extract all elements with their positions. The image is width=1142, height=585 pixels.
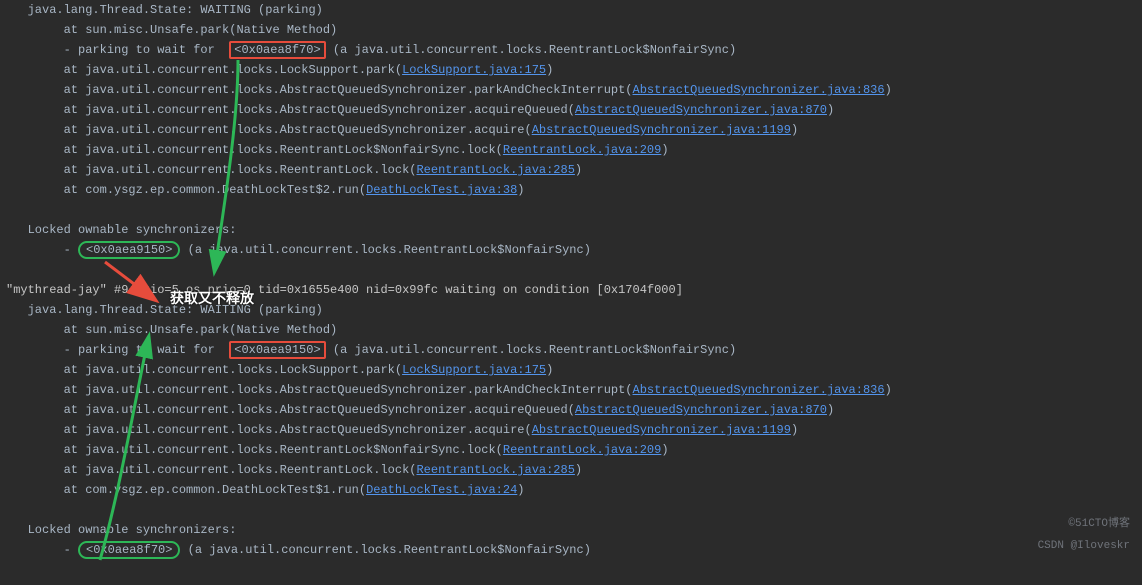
thread1-frame-aqs-parkcheck: at java.util.concurrent.locks.AbstractQu…: [6, 80, 1136, 100]
link-aqs-1199[interactable]: AbstractQueuedSynchronizer.java:1199: [532, 123, 791, 137]
thread1-frame-unsafe: at sun.misc.Unsafe.park(Native Method): [6, 20, 1136, 40]
blank-1: [6, 200, 1136, 220]
park-prefix: - parking to wait for: [6, 43, 229, 57]
thread1-parking: - parking to wait for <0x0aea8f70> (a ja…: [6, 40, 1136, 60]
thread1-frame-reentrantlock: at java.util.concurrent.locks.ReentrantL…: [6, 160, 1136, 180]
link-reentrant-285[interactable]: ReentrantLock.java:285: [416, 163, 574, 177]
thread1-frame-locksupport: at java.util.concurrent.locks.LockSuppor…: [6, 60, 1136, 80]
link-locksupport-2[interactable]: LockSupport.java:175: [402, 363, 546, 377]
thread2-locked-id: - <0x0aea8f70> (a java.util.concurrent.l…: [6, 540, 1136, 560]
thread2-frame-aqs-acquire: at java.util.concurrent.locks.AbstractQu…: [6, 420, 1136, 440]
lock-id-8f70-owned: <0x0aea8f70>: [78, 541, 180, 559]
link-deathlocktest-38[interactable]: DeathLockTest.java:38: [366, 183, 517, 197]
thread1-locked-id: - <0x0aea9150> (a java.util.concurrent.l…: [6, 240, 1136, 260]
lock-id-8f70-waiting: <0x0aea8f70>: [229, 41, 325, 59]
link-aqs-836[interactable]: AbstractQueuedSynchronizer.java:836: [633, 83, 885, 97]
thread1-state: java.lang.Thread.State: WAITING (parking…: [6, 0, 1136, 20]
thread2-frame-deathlocktest: at com.ysgz.ep.common.DeathLockTest$1.ru…: [6, 480, 1136, 500]
link-aqs-836-2[interactable]: AbstractQueuedSynchronizer.java:836: [633, 383, 885, 397]
thread2-frame-nonfairsync: at java.util.concurrent.locks.ReentrantL…: [6, 440, 1136, 460]
link-deathlocktest-24[interactable]: DeathLockTest.java:24: [366, 483, 517, 497]
thread-dump-console[interactable]: java.lang.Thread.State: WAITING (parking…: [0, 0, 1142, 564]
park-suffix: (a java.util.concurrent.locks.ReentrantL…: [326, 43, 736, 57]
lock-id-9150-waiting: <0x0aea9150>: [229, 341, 325, 359]
annotation-text: 获取又不释放: [170, 288, 254, 308]
thread2-frame-unsafe: at sun.misc.Unsafe.park(Native Method): [6, 320, 1136, 340]
thread2-frame-aqs-parkcheck: at java.util.concurrent.locks.AbstractQu…: [6, 380, 1136, 400]
thread1-frame-deathlocktest: at com.ysgz.ep.common.DeathLockTest$2.ru…: [6, 180, 1136, 200]
blank-2: [6, 260, 1136, 280]
thread2-frame-aqs-acquirequeued: at java.util.concurrent.locks.AbstractQu…: [6, 400, 1136, 420]
thread2-frame-reentrantlock: at java.util.concurrent.locks.ReentrantL…: [6, 460, 1136, 480]
link-aqs-870-2[interactable]: AbstractQueuedSynchronizer.java:870: [575, 403, 827, 417]
thread2-locked-header: Locked ownable synchronizers:: [6, 520, 1136, 540]
link-reentrant-209-2[interactable]: ReentrantLock.java:209: [503, 443, 661, 457]
link-aqs-1199-2[interactable]: AbstractQueuedSynchronizer.java:1199: [532, 423, 791, 437]
lock-id-9150-owned: <0x0aea9150>: [78, 241, 180, 259]
watermark-cto: ©51CTO博客: [1068, 514, 1130, 534]
watermark-csdn: CSDN @Iloveskr: [1038, 536, 1130, 556]
blank-3: [6, 500, 1136, 520]
thread1-locked-header: Locked ownable synchronizers:: [6, 220, 1136, 240]
thread2-frame-locksupport: at java.util.concurrent.locks.LockSuppor…: [6, 360, 1136, 380]
thread1-frame-nonfairsync: at java.util.concurrent.locks.ReentrantL…: [6, 140, 1136, 160]
link-reentrant-209[interactable]: ReentrantLock.java:209: [503, 143, 661, 157]
thread1-frame-aqs-acquire: at java.util.concurrent.locks.AbstractQu…: [6, 120, 1136, 140]
thread1-frame-aqs-acquirequeued: at java.util.concurrent.locks.AbstractQu…: [6, 100, 1136, 120]
link-aqs-870[interactable]: AbstractQueuedSynchronizer.java:870: [575, 103, 827, 117]
thread2-parking: - parking to wait for <0x0aea9150> (a ja…: [6, 340, 1136, 360]
link-reentrant-285-2[interactable]: ReentrantLock.java:285: [416, 463, 574, 477]
link-locksupport[interactable]: LockSupport.java:175: [402, 63, 546, 77]
